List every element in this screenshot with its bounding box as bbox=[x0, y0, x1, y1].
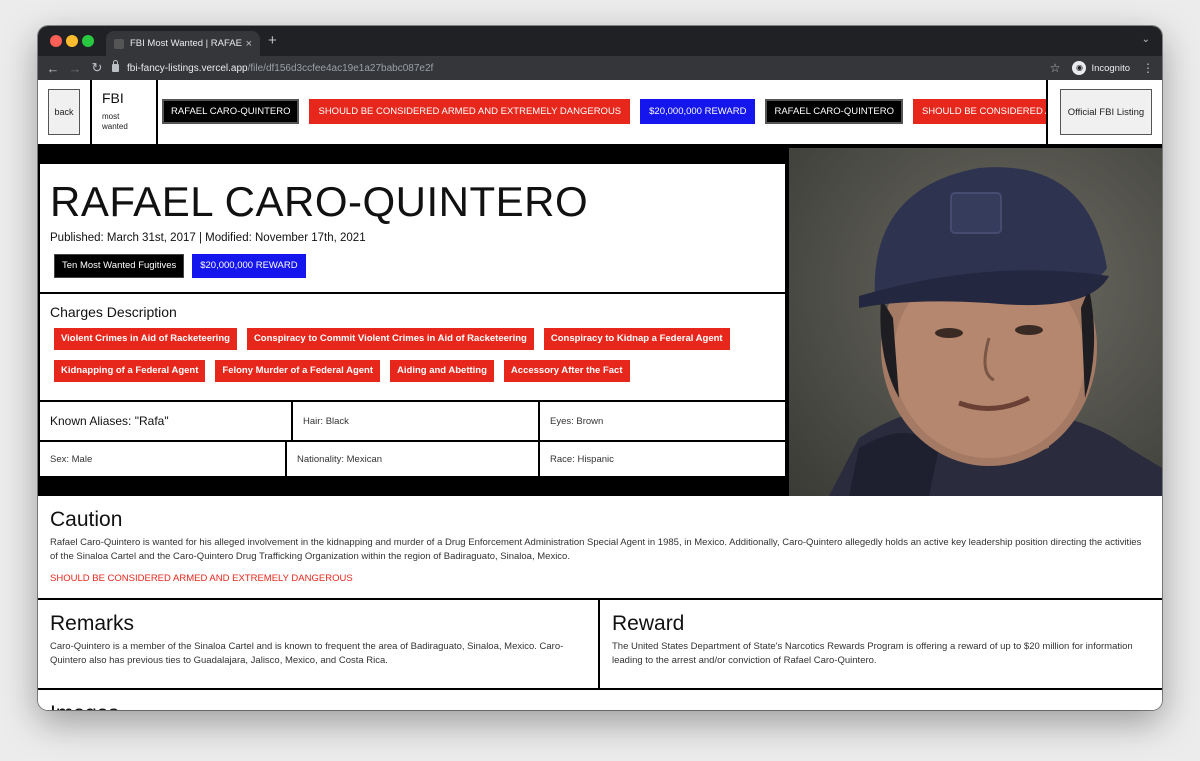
bookmark-star-icon[interactable]: ☆ bbox=[1050, 61, 1061, 75]
charges-block: Charges Description Violent Crimes in Ai… bbox=[40, 294, 785, 400]
url-text: fbi-fancy-listings.vercel.app/file/df156… bbox=[127, 63, 433, 74]
caution-section: Caution Rafael Caro-Quintero is wanted f… bbox=[38, 496, 1162, 600]
images-title: Images bbox=[50, 702, 1150, 710]
sex-cell: Sex: Male bbox=[40, 442, 285, 476]
back-button[interactable]: back bbox=[48, 89, 80, 135]
minimize-window-button[interactable] bbox=[66, 35, 78, 47]
back-arrow-icon[interactable]: ← bbox=[42, 61, 64, 76]
caution-text: Rafael Caro-Quintero is wanted for his a… bbox=[50, 537, 1142, 562]
caution-title: Caution bbox=[50, 508, 123, 531]
reward-badge: $20,000,000 REWARD bbox=[192, 254, 306, 278]
incognito-icon: ◉ bbox=[1072, 61, 1087, 75]
reward-title: Reward bbox=[612, 612, 685, 635]
armed-dangerous-warning: SHOULD BE CONSIDERED ARMED AND EXTREMELY… bbox=[50, 573, 353, 584]
remarks-text: Caro-Quintero is a member of the Sinaloa… bbox=[50, 641, 564, 666]
published-date: Published: March 31st, 2017 | Modified: … bbox=[50, 232, 366, 244]
race-cell: Race: Hispanic bbox=[540, 442, 785, 476]
lock-icon bbox=[112, 60, 119, 72]
ticker-chip-warning: SHOULD BE CONSIDERED ARMED AND EXTREMELY… bbox=[309, 99, 631, 124]
nationality-cell: Nationality: Mexican bbox=[287, 442, 538, 476]
tab-title: FBI Most Wanted | RAFAEL CA bbox=[130, 38, 242, 49]
tab-bar: FBI Most Wanted | RAFAEL CA × + ⌄ bbox=[38, 26, 1162, 56]
reward-text: The United States Department of State's … bbox=[612, 641, 1133, 666]
browser-toolbar: ← → ↻ fbi-fancy-listings.vercel.app/file… bbox=[38, 56, 1162, 80]
name-block: RAFAEL CARO-QUINTERO Published: March 31… bbox=[40, 164, 785, 292]
ticker-chip-reward: $20,000,000 REWARD bbox=[640, 99, 756, 124]
reload-icon[interactable]: ↻ bbox=[86, 60, 108, 76]
brand: FBI most wanted bbox=[92, 80, 158, 144]
favicon-icon bbox=[114, 38, 124, 49]
tab-search-chevron-icon[interactable]: ⌄ bbox=[1142, 34, 1150, 45]
charges-list: Violent Crimes in Aid of Racketeering Co… bbox=[54, 328, 774, 382]
hair-cell: Hair: Black bbox=[293, 402, 538, 440]
more-menu-icon[interactable]: ⋮ bbox=[1142, 61, 1154, 75]
incognito-profile-button[interactable]: ◉ Incognito bbox=[1072, 61, 1130, 75]
maximize-window-button[interactable] bbox=[82, 35, 94, 47]
fugitive-name: RAFAEL CARO-QUINTERO bbox=[50, 178, 589, 225]
eyes-cell: Eyes: Brown bbox=[540, 402, 785, 440]
charge-tag: Conspiracy to Kidnap a Federal Agent bbox=[543, 328, 730, 350]
remarks-title: Remarks bbox=[50, 612, 135, 635]
browser-window: FBI Most Wanted | RAFAEL CA × + ⌄ ← → ↻ … bbox=[38, 26, 1162, 710]
back-cell: back bbox=[38, 80, 92, 144]
aliases-cell: Known Aliases: "Rafa" bbox=[40, 402, 291, 440]
charges-title: Charges Description bbox=[50, 304, 177, 320]
profile-section: RAFAEL CARO-QUINTERO Published: March 31… bbox=[38, 146, 1162, 496]
charge-tag: Violent Crimes in Aid of Racketeering bbox=[54, 328, 237, 350]
url-domain: fbi-fancy-listings.vercel.app bbox=[127, 62, 248, 74]
page-content: back FBI most wanted RAFAEL CARO-QUINTER… bbox=[38, 80, 1162, 710]
remarks-section: Remarks Caro-Quintero is a member of the… bbox=[38, 600, 600, 690]
forward-arrow-icon[interactable]: → bbox=[64, 61, 86, 76]
tab-close-icon[interactable]: × bbox=[246, 38, 252, 50]
ticker-banner: RAFAEL CARO-QUINTERO SHOULD BE CONSIDERE… bbox=[160, 80, 1046, 144]
charge-tag: Kidnapping of a Federal Agent bbox=[54, 360, 206, 382]
new-tab-button[interactable]: + bbox=[268, 32, 277, 49]
site-header: back FBI most wanted RAFAEL CARO-QUINTER… bbox=[38, 80, 1162, 146]
fugitive-photo bbox=[789, 148, 1162, 496]
reward-section: Reward The United States Department of S… bbox=[600, 600, 1162, 690]
charge-tag: Felony Murder of a Federal Agent bbox=[215, 360, 381, 382]
ticker-chip-name: RAFAEL CARO-QUINTERO bbox=[765, 99, 903, 124]
official-cell: Official FBI Listing bbox=[1046, 80, 1162, 144]
images-section: Images bbox=[38, 690, 1162, 710]
browser-tab[interactable]: FBI Most Wanted | RAFAEL CA × bbox=[106, 31, 260, 56]
charge-tag: Aiding and Abetting bbox=[390, 360, 494, 382]
incognito-label: Incognito bbox=[1091, 62, 1130, 74]
address-bar[interactable]: fbi-fancy-listings.vercel.app/file/df156… bbox=[112, 56, 1162, 80]
brand-title: FBI bbox=[102, 90, 124, 106]
close-window-button[interactable] bbox=[50, 35, 62, 47]
ticker-chip-name: RAFAEL CARO-QUINTERO bbox=[162, 99, 300, 124]
charge-tag: Conspiracy to Commit Violent Crimes in A… bbox=[246, 328, 534, 350]
official-fbi-listing-button[interactable]: Official FBI Listing bbox=[1060, 89, 1152, 135]
brand-subtitle: most wanted bbox=[102, 112, 128, 131]
portrait-image bbox=[829, 167, 1162, 496]
ticker-chip-warning: SHOULD BE CONSIDERED ARMED AND EXTREMELY… bbox=[912, 99, 1046, 124]
url-path: /file/df156d3ccfee4ac19e1a27babc087e2f bbox=[247, 62, 434, 74]
category-badge: Ten Most Wanted Fugitives bbox=[54, 254, 185, 278]
charge-tag: Accessory After the Fact bbox=[503, 360, 630, 382]
